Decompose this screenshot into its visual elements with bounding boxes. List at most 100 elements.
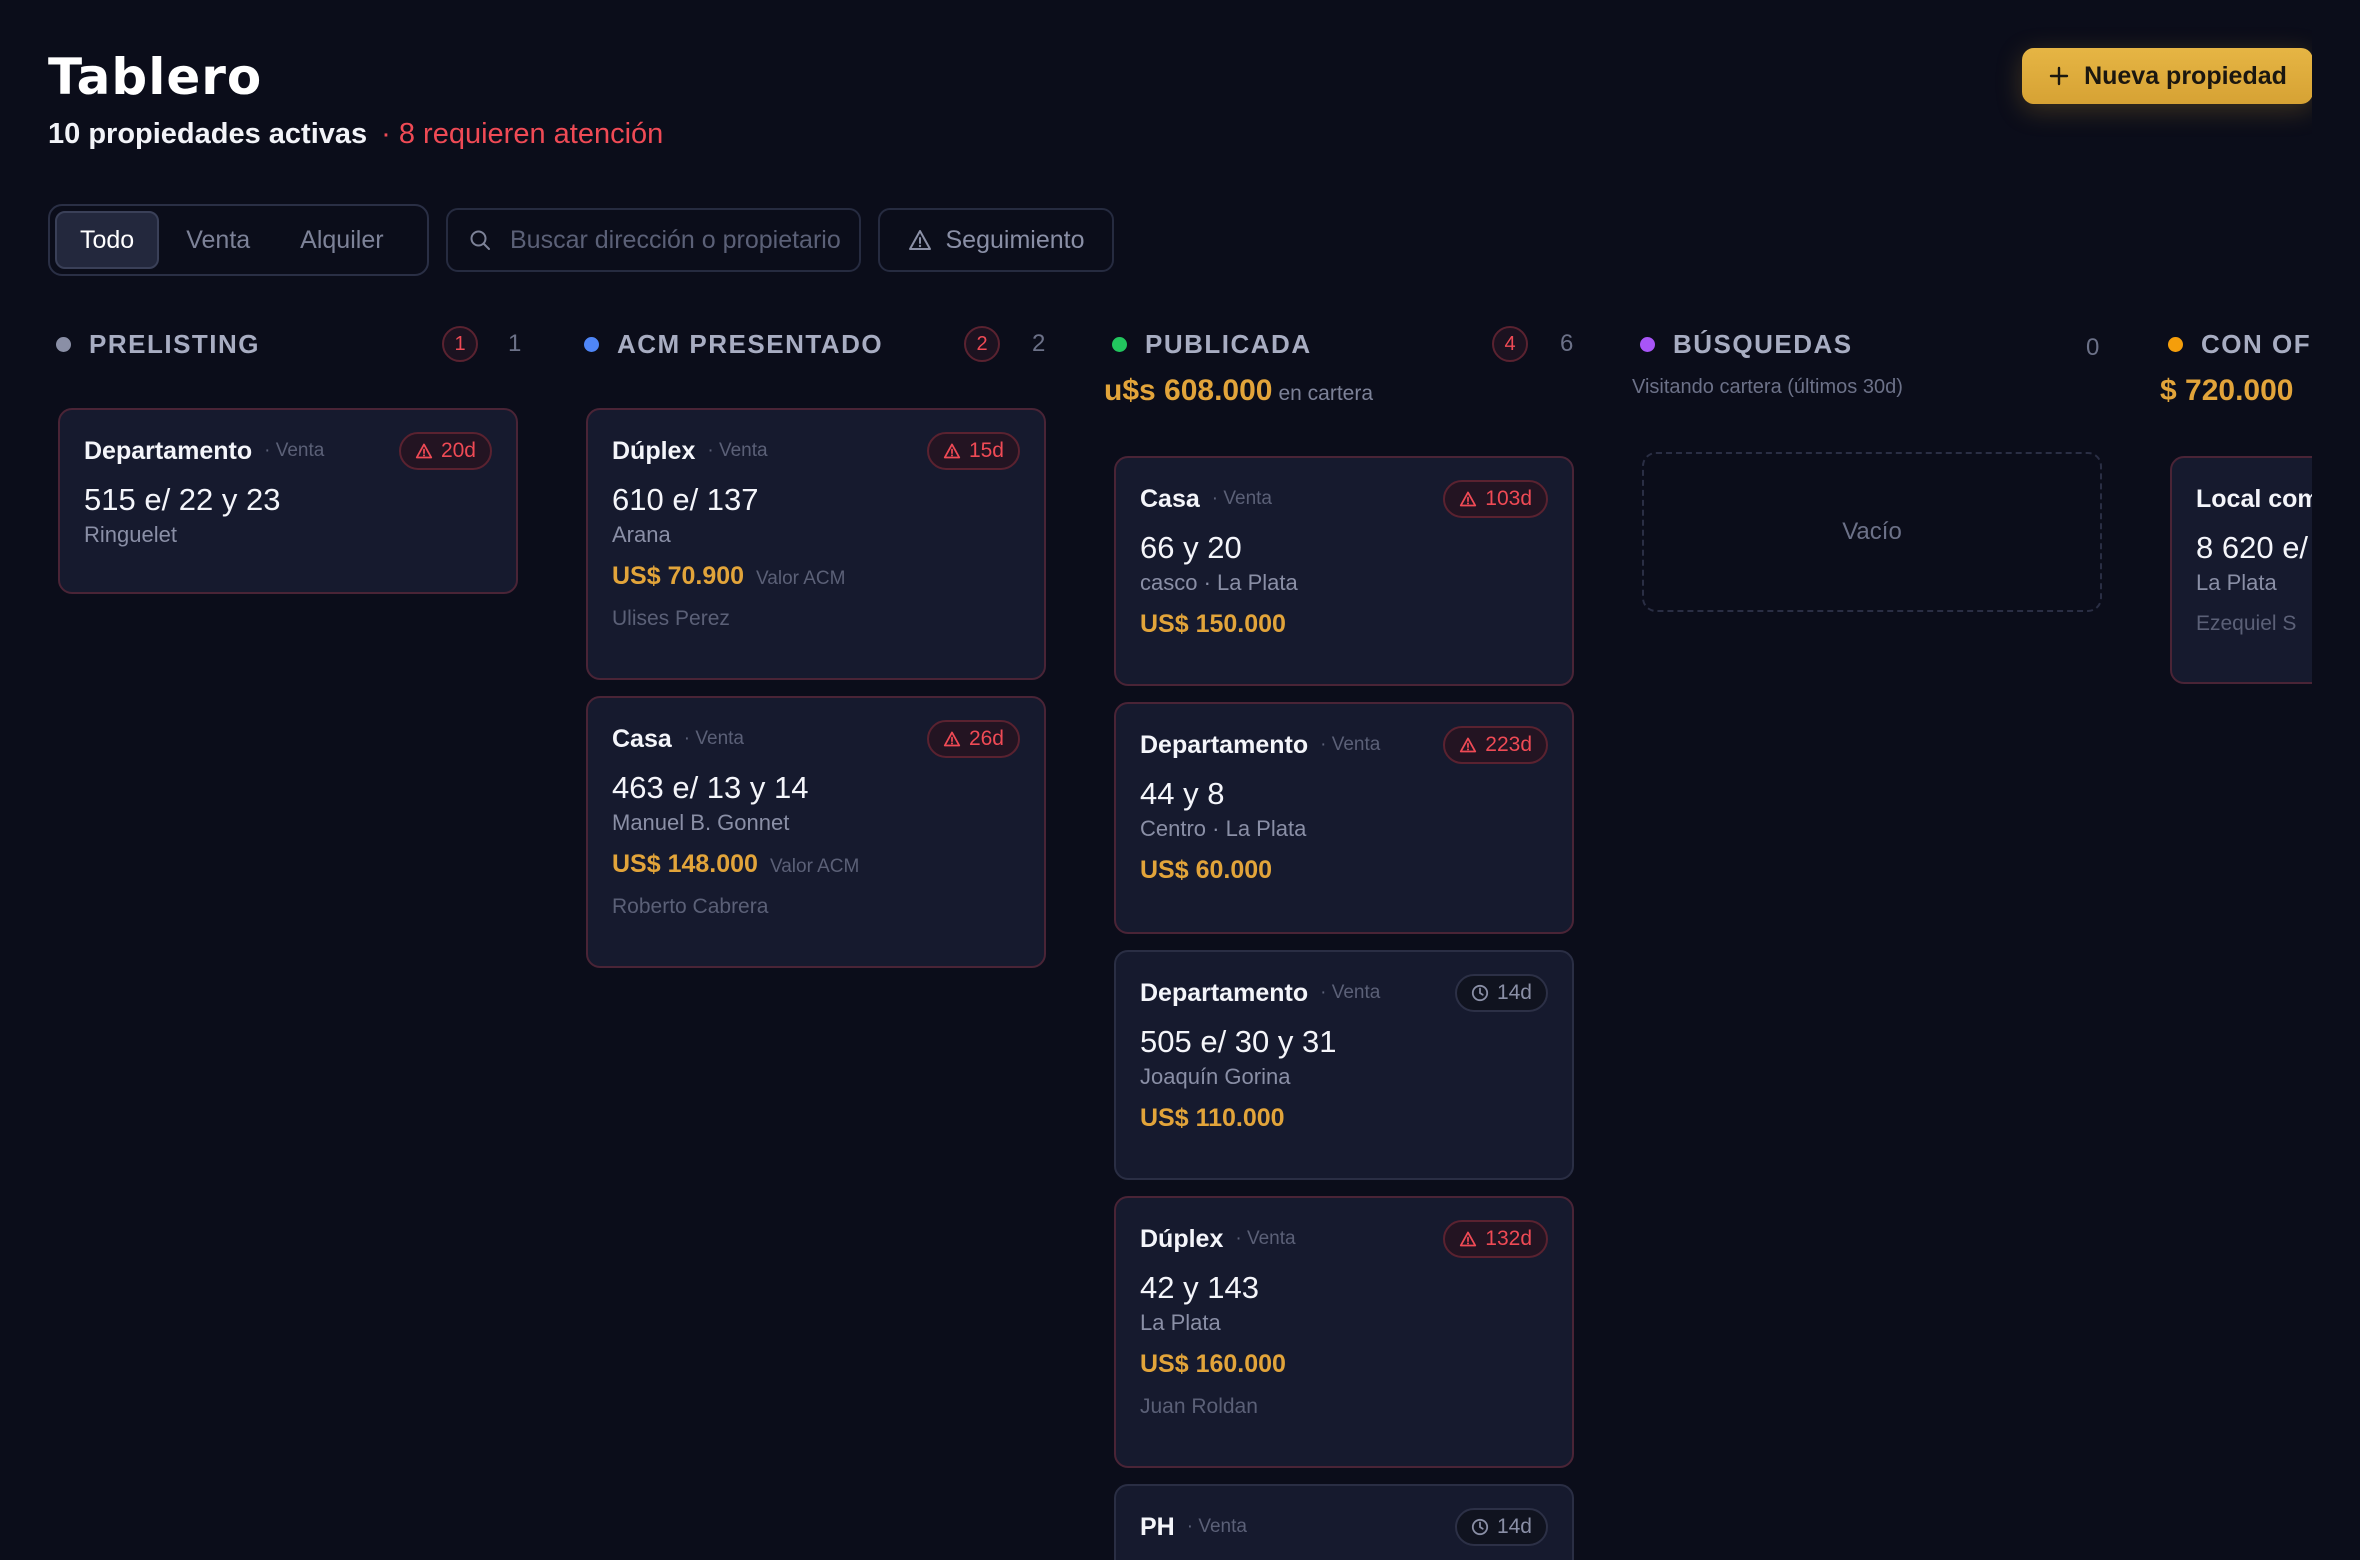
- active-properties-count: 10 propiedades activas: [48, 118, 368, 150]
- operation-type: · Venta: [1211, 488, 1272, 509]
- days-value: 20d: [440, 439, 476, 462]
- property-type: Departamento: [1140, 978, 1309, 1007]
- days-alert-badge: 103d: [1443, 480, 1548, 518]
- page-title: Tablero: [48, 48, 263, 106]
- price-note: Valor ACM: [769, 856, 860, 877]
- price-value: US$ 70.900: [612, 562, 745, 590]
- property-location: Manuel B. Gonnet: [612, 810, 790, 835]
- column-alert-count: 4: [1492, 326, 1528, 362]
- property-card[interactable]: Departamento · Venta 14d 505 e/ 30 y 31 …: [1114, 950, 1574, 1180]
- property-type: Departamento: [1140, 730, 1309, 759]
- warning-triangle-icon: [943, 731, 961, 747]
- days-value: 14d: [1496, 1515, 1532, 1538]
- tab-todo[interactable]: Todo: [55, 211, 160, 269]
- property-address: 610 e/ 137: [612, 482, 759, 517]
- new-property-label: Nueva propiedad: [2084, 61, 2287, 90]
- days-alert-badge: 223d: [1443, 726, 1548, 764]
- column-status-dot: [56, 336, 71, 352]
- new-property-button[interactable]: Nueva propiedad: [2022, 48, 2312, 104]
- property-location: Arana: [612, 522, 671, 547]
- property-price: US$ 150.000: [1140, 610, 1286, 638]
- column-title: BÚSQUEDAS: [1673, 328, 1853, 359]
- operation-type: · Venta: [1235, 1228, 1296, 1249]
- warning-triangle-icon: [943, 443, 961, 459]
- column-count: 2: [1032, 330, 1046, 357]
- days-alert-badge: 26d: [926, 720, 1020, 758]
- board-viewport: Tablero 10 propiedades activas · 8 requie…: [0, 0, 2312, 1560]
- property-location: Ringuelet: [84, 522, 177, 547]
- tab-venta[interactable]: Venta: [163, 211, 273, 269]
- property-price: US$ 110.000: [1140, 1104, 1285, 1132]
- property-type: PH: [1140, 1512, 1175, 1541]
- column-title: PUBLICADA: [1145, 328, 1312, 359]
- property-card[interactable]: Dúplex · Venta 132d 42 y 143 La Plata US…: [1114, 1196, 1574, 1468]
- property-price: US$ 60.000: [1140, 856, 1273, 884]
- tab-alquiler[interactable]: Alquiler: [277, 211, 406, 269]
- warning-triangle-icon: [908, 230, 931, 250]
- page-subtitle: 10 propiedades activas · 8 requieren aten…: [48, 118, 663, 151]
- price-note: Valor ACM: [756, 568, 846, 589]
- property-address: 42 y 143: [1140, 1270, 1259, 1305]
- property-owner: Roberto Cabrera: [612, 895, 769, 918]
- property-card[interactable]: Local comercial 8 620 e/ La Plata Ezequi…: [2170, 456, 2312, 684]
- property-card[interactable]: PH · Venta 14d: [1114, 1484, 1574, 1560]
- property-type: Dúplex: [1140, 1224, 1224, 1253]
- operation-type: · Venta: [1186, 1516, 1247, 1537]
- property-price: US$ 70.900 Valor ACM: [612, 562, 1020, 591]
- property-type: Local comercial: [2196, 484, 2312, 513]
- property-location: Joaquín Gorina: [1140, 1064, 1291, 1089]
- operation-filter: Todo Venta Alquiler: [48, 204, 429, 276]
- column-header: PRELISTING 1 1: [48, 320, 528, 368]
- property-price: US$ 148.000 Valor ACM: [612, 850, 1020, 879]
- property-owner: Ulises Perez: [612, 607, 730, 630]
- column-con-oferta: CON OFERTA $ 720.000 Local comercial 8 6…: [2160, 320, 2312, 684]
- portfolio-value: u$s 608.000: [1104, 374, 1273, 407]
- follow-up-label: Seguimiento: [945, 225, 1085, 254]
- property-card[interactable]: Casa · Venta 26d 463 e/ 13 y 14 Manuel B…: [586, 696, 1046, 968]
- column-status-dot: [1112, 336, 1127, 352]
- empty-column-placeholder: Vacío: [1642, 452, 2102, 612]
- property-card[interactable]: Departamento · Venta 20d 515 e/ 22 y 23 …: [58, 408, 518, 594]
- days-value: 223d: [1485, 733, 1532, 756]
- column-title: CON OFERTA: [2201, 328, 2312, 359]
- follow-up-filter-button[interactable]: Seguimiento: [878, 208, 1114, 272]
- search-icon: [470, 230, 490, 250]
- column-header: CON OFERTA: [2160, 320, 2312, 368]
- days-alert-badge: 20d: [398, 432, 492, 470]
- property-card[interactable]: Departamento · Venta 223d 44 y 8 Centro …: [1114, 702, 1574, 934]
- property-location: La Plata: [1140, 1310, 1221, 1335]
- property-location: La Plata: [2196, 570, 2277, 595]
- property-type: Casa: [612, 724, 672, 753]
- column-header: ACM PRESENTADO 2 2: [576, 320, 1056, 368]
- property-owner: Juan Roldan: [1140, 1395, 1258, 1418]
- column-prelisting: PRELISTING 1 1 Departamento · Venta 20d …: [48, 320, 528, 594]
- kanban-board-page: Tablero 10 propiedades activas · 8 requie…: [0, 0, 2360, 1560]
- portfolio-note: en cartera: [1278, 382, 1374, 405]
- column-header: PUBLICADA 4 6: [1104, 320, 1584, 368]
- property-address: 66 y 20: [1140, 530, 1242, 565]
- days-alert-badge: 15d: [926, 432, 1020, 470]
- column-busquedas: BÚSQUEDAS 0 Visitando cartera (últimos 3…: [1632, 320, 2112, 612]
- property-type: Departamento: [84, 436, 253, 465]
- column-publicada: PUBLICADA 4 6 u$s 608.000 en cartera Casa…: [1104, 320, 1584, 1560]
- plus-icon: [2049, 66, 2069, 86]
- property-location: Centro · La Plata: [1140, 816, 1307, 841]
- search-input[interactable]: [510, 225, 840, 255]
- days-value: 26d: [968, 727, 1004, 750]
- days-since-update-badge: 14d: [1454, 1508, 1548, 1546]
- days-value: 132d: [1485, 1227, 1532, 1250]
- column-status-dot: [2168, 336, 2183, 352]
- column-status-dot: [1640, 336, 1655, 352]
- days-value: 15d: [968, 439, 1004, 462]
- warning-triangle-icon: [1460, 491, 1477, 507]
- property-card[interactable]: Dúplex · Venta 15d 610 e/ 137 Arana US$ …: [586, 408, 1046, 680]
- column-title: PRELISTING: [89, 328, 261, 359]
- property-address: 44 y 8: [1140, 776, 1225, 811]
- operation-type: · Venta: [264, 440, 325, 461]
- column-portfolio-total: $ 720.000: [2160, 374, 2294, 407]
- property-card[interactable]: Casa · Venta 103d 66 y 20 casco · La Pla…: [1114, 456, 1574, 686]
- column-alert-count: 2: [964, 326, 1000, 362]
- property-type: Dúplex: [612, 436, 696, 465]
- property-owner: Ezequiel S: [2196, 612, 2297, 635]
- operation-type: · Venta: [1320, 734, 1381, 755]
